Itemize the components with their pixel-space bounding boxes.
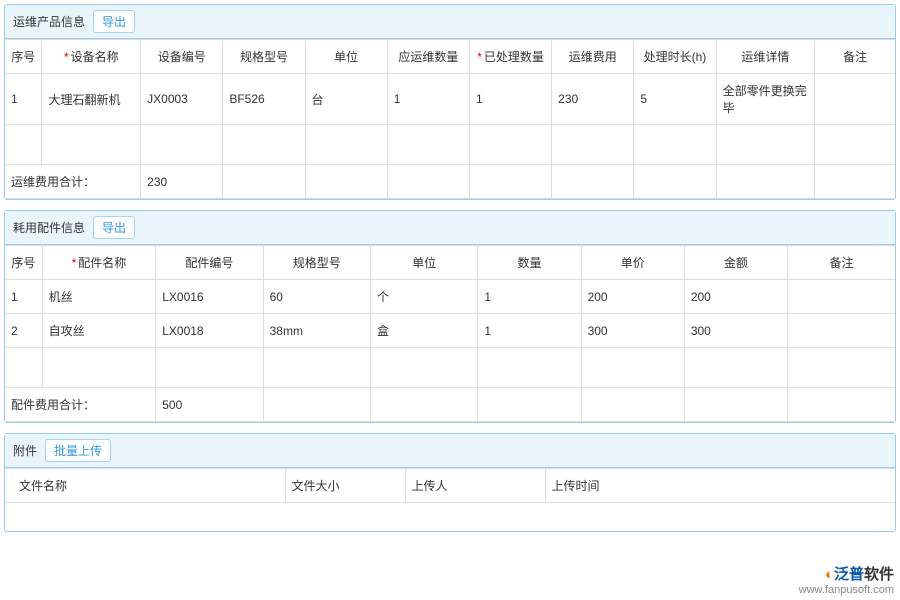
- cell-amount: 200: [684, 280, 787, 314]
- th-part-code: 配件编号: [156, 246, 263, 280]
- cell-hours: 5: [634, 74, 716, 125]
- th-hours: 处理时长(h): [634, 40, 716, 74]
- cell-qty: 1: [478, 314, 581, 348]
- th-part-name: *配件名称: [42, 246, 156, 280]
- export-button-panel2[interactable]: 导出: [93, 216, 135, 239]
- cell-unit: 盒: [370, 314, 477, 348]
- summary-row: 配件费用合计： 500: [5, 388, 895, 422]
- cell-should-qty: 1: [387, 74, 469, 125]
- cell-done-qty: 1: [469, 74, 551, 125]
- export-button-panel1[interactable]: 导出: [93, 10, 135, 33]
- total-value: 500: [156, 388, 263, 422]
- maintenance-products-panel: 运维产品信息 导出 序号 *设备名称 设备编号 规格型号 单位 应运维数量 *已…: [4, 4, 896, 200]
- panel3-title: 附件: [13, 442, 37, 459]
- cell-price: 300: [581, 314, 684, 348]
- total-value: 230: [141, 165, 223, 199]
- parts-panel: 耗用配件信息 导出 序号 *配件名称 配件编号 规格型号 单位 数量 单价 金额…: [4, 210, 896, 423]
- panel1-title: 运维产品信息: [13, 13, 85, 30]
- panel1-header: 运维产品信息 导出: [5, 5, 895, 39]
- cell-cost: 230: [552, 74, 634, 125]
- cell-unit: 个: [370, 280, 477, 314]
- th-uploader: 上传人: [405, 469, 545, 503]
- cell-dev-code: JX0003: [141, 74, 223, 125]
- table-row[interactable]: 2 自攻丝 LX0018 38mm 盒 1 300 300: [5, 314, 895, 348]
- table-row[interactable]: 1 大理石翻新机 JX0003 BF526 台 1 1 230 5 全部零件更换…: [5, 74, 895, 125]
- cell-unit: 台: [305, 74, 387, 125]
- cell-qty: 1: [478, 280, 581, 314]
- panel3-header: 附件 批量上传: [5, 434, 895, 468]
- required-star: *: [64, 50, 69, 64]
- cell-part-code: LX0016: [156, 280, 263, 314]
- total-label: 运维费用合计：: [5, 165, 141, 199]
- cell-remark: [788, 280, 895, 314]
- th-dev-code: 设备编号: [141, 40, 223, 74]
- th-cost: 运维费用: [552, 40, 634, 74]
- th-seq: 序号: [5, 246, 42, 280]
- brand-logo: ◐泛普软件: [799, 563, 894, 584]
- th-remark: 备注: [815, 40, 895, 74]
- cell-remark: [788, 314, 895, 348]
- panel2-title: 耗用配件信息: [13, 219, 85, 236]
- brand-url: www.fanpusoft.com: [799, 584, 894, 596]
- cell-price: 200: [581, 280, 684, 314]
- cell-part-code: LX0018: [156, 314, 263, 348]
- panel2-header: 耗用配件信息 导出: [5, 211, 895, 245]
- th-done-qty: *已处理数量: [469, 40, 551, 74]
- th-qty: 数量: [478, 246, 581, 280]
- th-file-size: 文件大小: [285, 469, 405, 503]
- th-price: 单价: [581, 246, 684, 280]
- cell-dev-name: 大理石翻新机: [42, 74, 141, 125]
- cell-amount: 300: [684, 314, 787, 348]
- cell-part-name: 机丝: [42, 280, 156, 314]
- summary-row: 运维费用合计： 230: [5, 165, 895, 199]
- th-remark: 备注: [788, 246, 895, 280]
- th-upload-time: 上传时间: [545, 469, 895, 503]
- th-dev-name: *设备名称: [42, 40, 141, 74]
- cell-seq: 1: [5, 280, 42, 314]
- cell-detail: 全部零件更换完毕: [716, 74, 815, 125]
- cell-part-name: 自攻丝: [42, 314, 156, 348]
- th-unit: 单位: [305, 40, 387, 74]
- th-spec: 规格型号: [263, 246, 370, 280]
- attachments-table: 文件名称 文件大小 上传人 上传时间: [5, 468, 895, 531]
- th-spec: 规格型号: [223, 40, 305, 74]
- th-amount: 金额: [684, 246, 787, 280]
- watermark: ◐泛普软件 www.fanpusoft.com: [799, 563, 894, 596]
- cell-spec: 38mm: [263, 314, 370, 348]
- required-star: *: [72, 256, 77, 270]
- spacer-row: [5, 348, 895, 388]
- attachments-panel: 附件 批量上传 文件名称 文件大小 上传人 上传时间: [4, 433, 896, 532]
- spacer-row: [5, 125, 895, 165]
- parts-table: 序号 *配件名称 配件编号 规格型号 单位 数量 单价 金额 备注 1 机丝 L…: [5, 245, 895, 422]
- cell-spec: 60: [263, 280, 370, 314]
- th-seq: 序号: [5, 40, 42, 74]
- bulk-upload-button[interactable]: 批量上传: [45, 439, 111, 462]
- cell-seq: 2: [5, 314, 42, 348]
- cell-remark: [815, 74, 895, 125]
- table-row[interactable]: 1 机丝 LX0016 60 个 1 200 200: [5, 280, 895, 314]
- th-unit: 单位: [370, 246, 477, 280]
- products-table: 序号 *设备名称 设备编号 规格型号 单位 应运维数量 *已处理数量 运维费用 …: [5, 39, 895, 199]
- th-should-qty: 应运维数量: [387, 40, 469, 74]
- th-detail: 运维详情: [716, 40, 815, 74]
- cell-seq: 1: [5, 74, 42, 125]
- th-file-name: 文件名称: [5, 469, 285, 503]
- required-star: *: [477, 50, 482, 64]
- cell-spec: BF526: [223, 74, 305, 125]
- empty-row: [5, 503, 895, 531]
- total-label: 配件费用合计：: [5, 388, 156, 422]
